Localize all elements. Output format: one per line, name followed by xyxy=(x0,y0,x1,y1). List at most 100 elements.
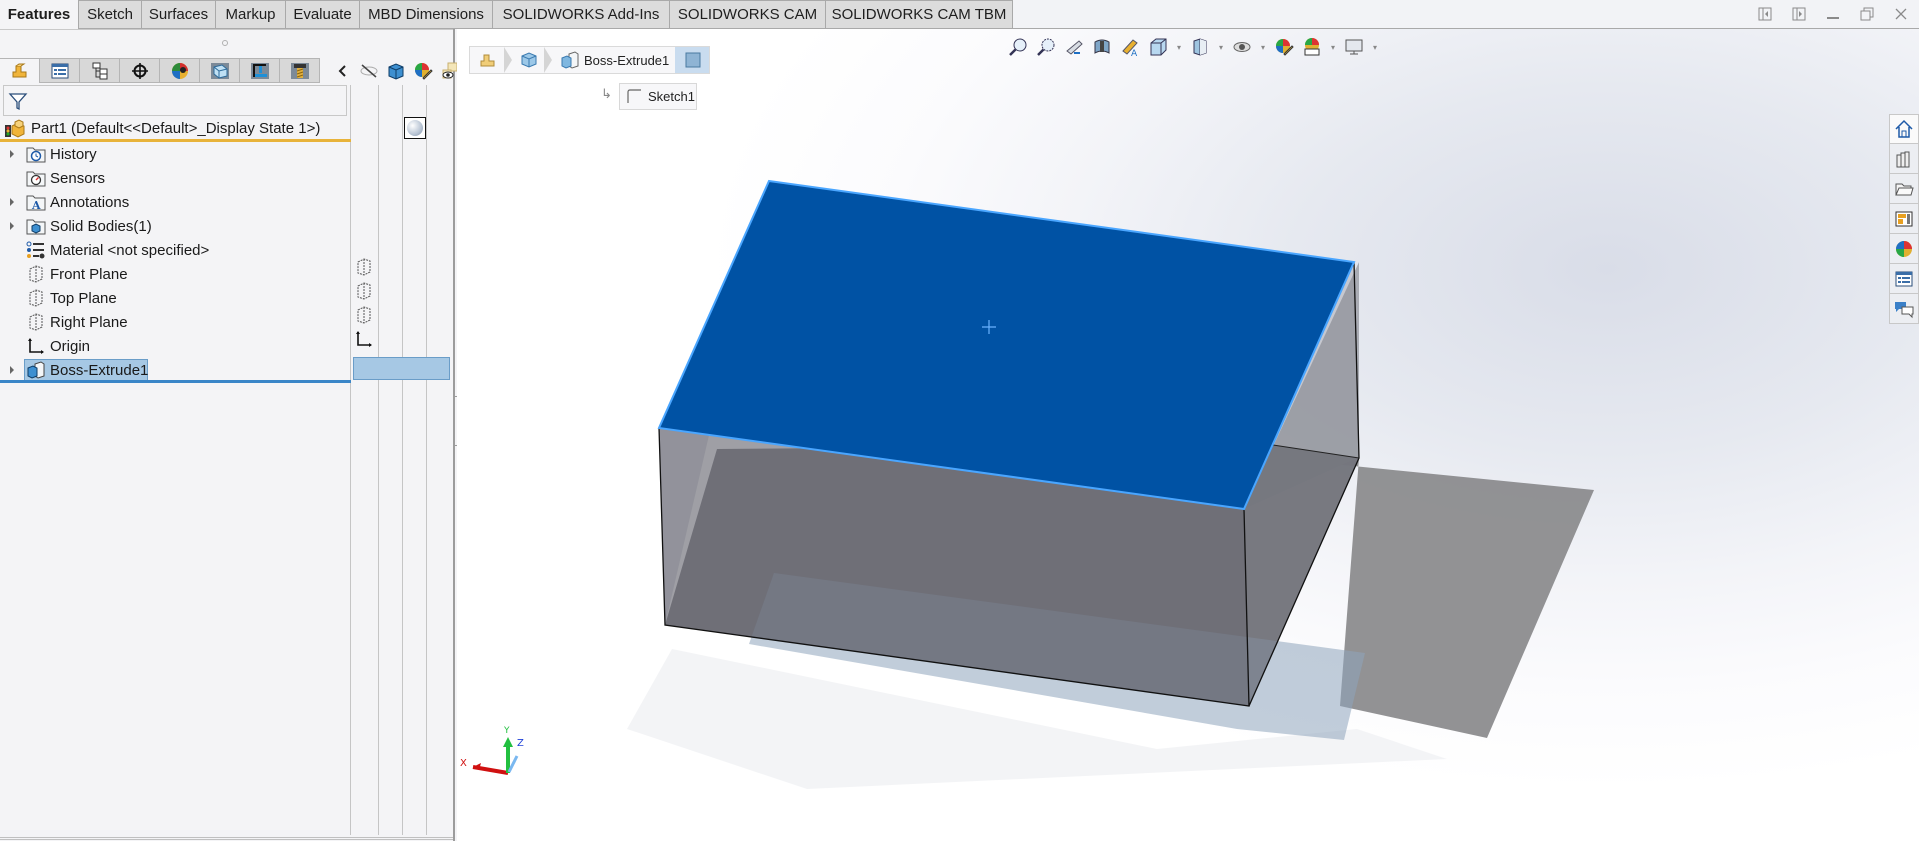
expand-arrow-icon[interactable] xyxy=(8,365,16,375)
tree-item-material[interactable]: Material <not specified> xyxy=(0,238,351,262)
hide-show-items-icon[interactable] xyxy=(1231,36,1253,58)
hide-show-icon[interactable] xyxy=(359,61,379,81)
solidworks-resources-icon[interactable] xyxy=(1889,114,1919,144)
expand-arrow-icon[interactable] xyxy=(8,149,16,159)
model-scene[interactable] xyxy=(457,29,1919,841)
rollback-bar[interactable] xyxy=(0,380,351,383)
view-orientation-dropdown[interactable]: ▾ xyxy=(1175,43,1183,52)
tree-item-front-plane[interactable]: Front Plane xyxy=(0,262,351,286)
tab-solidworks-add-ins[interactable]: SOLIDWORKS Add-Ins xyxy=(493,0,670,28)
annotations-folder-icon: A xyxy=(26,192,46,212)
breadcrumb-boss-extrude1[interactable]: Boss-Extrude1 xyxy=(552,47,675,73)
section-view-icon[interactable] xyxy=(1091,36,1113,58)
tree-item-boss-extrude1[interactable]: Boss-Extrude1 xyxy=(0,358,351,382)
breadcrumb-solid-body[interactable] xyxy=(512,47,544,73)
breadcrumb-separator xyxy=(544,47,552,73)
propertymanager-icon[interactable] xyxy=(40,58,80,83)
displaymanager-icon[interactable] xyxy=(160,58,200,83)
tab-sketch[interactable]: Sketch xyxy=(79,0,142,28)
expand-arrow-icon[interactable] xyxy=(8,197,16,207)
panel-bottom-splitter[interactable] xyxy=(0,837,453,840)
graphics-area[interactable]: Boss-Extrude1 ↳ Sketch1 A ▾ ▾ ▾ ▾ ▾ X Y … xyxy=(457,29,1919,841)
panel-split-handle[interactable] xyxy=(222,40,228,46)
zoom-to-area-icon[interactable] xyxy=(1035,36,1057,58)
cam-tool-tree-icon[interactable] xyxy=(280,58,320,83)
tab-features[interactable]: Features xyxy=(0,0,79,29)
breadcrumb-child-label: Sketch1 xyxy=(648,89,695,104)
dock-left-icon[interactable] xyxy=(1755,4,1775,24)
appearance-sphere-icon[interactable] xyxy=(404,117,426,139)
cam-feature-tree-icon[interactable] xyxy=(200,58,240,83)
tree-filter-box[interactable] xyxy=(3,85,347,116)
solidworks-window: Features Sketch Surfaces Markup Evaluate… xyxy=(0,0,1919,841)
display-style-icon[interactable] xyxy=(1189,36,1211,58)
origin-visibility-icon[interactable] xyxy=(354,329,374,349)
part-icon xyxy=(480,54,495,67)
dynamic-annotation-views-icon[interactable]: A xyxy=(1119,36,1141,58)
display-style-icon[interactable] xyxy=(386,61,406,81)
apply-scene-icon[interactable] xyxy=(1301,36,1323,58)
configurationmanager-icon[interactable] xyxy=(80,58,120,83)
previous-view-icon[interactable] xyxy=(1063,36,1085,58)
breadcrumb-face[interactable] xyxy=(675,47,710,73)
tree-item-annotations[interactable]: A Annotations xyxy=(0,190,351,214)
view-palette-icon[interactable] xyxy=(1889,204,1919,234)
tree-item-right-plane[interactable]: Right Plane xyxy=(0,310,351,334)
forum-icon[interactable] xyxy=(1889,294,1919,324)
tree-item-history[interactable]: History xyxy=(0,142,351,166)
collapse-arrow-icon[interactable] xyxy=(332,61,352,81)
hide-show-items-dropdown[interactable]: ▾ xyxy=(1259,43,1267,52)
panel-top-divider xyxy=(0,29,453,30)
tree-item-sensors[interactable]: Sensors xyxy=(0,166,351,190)
expand-arrow-icon[interactable] xyxy=(8,221,16,231)
part-root-node[interactable]: Part1 (Default<<Default>_Display State 1… xyxy=(4,117,320,139)
filter-icon[interactable] xyxy=(8,91,28,111)
tab-solidworks-cam[interactable]: SOLIDWORKS CAM xyxy=(670,0,826,28)
tab-mbd-dimensions[interactable]: MBD Dimensions xyxy=(360,0,493,28)
tab-evaluate[interactable]: Evaluate xyxy=(286,0,360,28)
edit-appearance-icon[interactable] xyxy=(413,61,433,81)
breadcrumb-sketch1[interactable]: Sketch1 xyxy=(619,83,697,110)
extrude-icon xyxy=(561,51,579,69)
manager-tools xyxy=(332,58,460,83)
custom-properties-icon[interactable] xyxy=(1889,264,1919,294)
appearances-scenes-icon[interactable] xyxy=(1889,234,1919,264)
design-library-icon[interactable] xyxy=(1889,144,1919,174)
svg-text:A: A xyxy=(31,199,41,211)
file-explorer-icon[interactable] xyxy=(1889,174,1919,204)
tree-item-label: Boss-Extrude1 xyxy=(50,361,149,379)
origin-icon xyxy=(26,336,46,356)
dimxpertmanager-icon[interactable] xyxy=(120,58,160,83)
task-pane-tabs xyxy=(1889,114,1919,324)
solid-body-icon xyxy=(521,52,537,68)
featuremanager-tree-icon[interactable] xyxy=(0,58,40,83)
triad-y-label: Y xyxy=(503,726,510,736)
tree-item-label: Sensors xyxy=(50,169,106,187)
plane-visibility-icon[interactable] xyxy=(354,305,374,325)
tree-item-label: Front Plane xyxy=(50,265,128,283)
plane-visibility-icon[interactable] xyxy=(354,257,374,277)
tab-markup[interactable]: Markup xyxy=(216,0,286,28)
tree-item-origin[interactable]: Origin xyxy=(0,334,351,358)
breadcrumb-part[interactable] xyxy=(470,47,504,73)
tree-item-solid-bodies[interactable]: Solid Bodies(1) xyxy=(0,214,351,238)
edit-appearance-icon[interactable] xyxy=(1273,36,1295,58)
display-style-dropdown[interactable]: ▾ xyxy=(1217,43,1225,52)
apply-scene-dropdown[interactable]: ▾ xyxy=(1329,43,1337,52)
view-settings-dropdown[interactable]: ▾ xyxy=(1371,43,1379,52)
close-icon[interactable] xyxy=(1891,4,1911,24)
tree-item-top-plane[interactable]: Top Plane xyxy=(0,286,351,310)
restore-icon[interactable] xyxy=(1857,4,1877,24)
view-orientation-icon[interactable] xyxy=(1147,36,1169,58)
part-icon xyxy=(5,119,25,138)
cam-operation-tree-icon[interactable] xyxy=(240,58,280,83)
view-settings-icon[interactable] xyxy=(1343,36,1365,58)
plane-visibility-icon[interactable] xyxy=(354,281,374,301)
triad-x-label: X xyxy=(460,758,467,769)
sketch-icon xyxy=(627,88,641,103)
tab-solidworks-cam-tbm[interactable]: SOLIDWORKS CAM TBM xyxy=(826,0,1013,28)
minimize-icon[interactable] xyxy=(1823,4,1843,24)
dock-right-icon[interactable] xyxy=(1789,4,1809,24)
tab-surfaces[interactable]: Surfaces xyxy=(142,0,216,28)
zoom-to-fit-icon[interactable] xyxy=(1007,36,1029,58)
